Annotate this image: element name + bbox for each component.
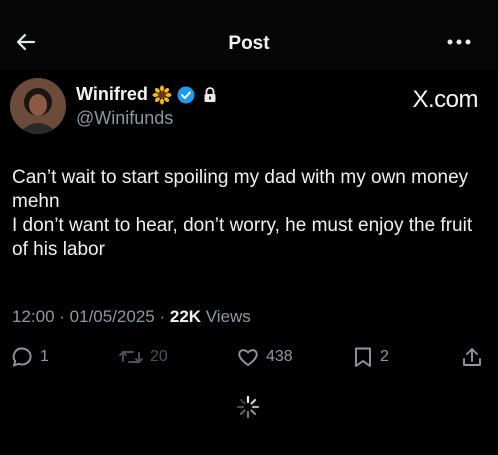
meta-separator: · xyxy=(54,307,70,326)
action-bar: 1 20 438 2 xyxy=(0,340,498,374)
avatar[interactable] xyxy=(10,78,66,134)
lock-icon xyxy=(204,86,216,102)
tweet-line: I don’t want to hear, don’t worry, he mu… xyxy=(12,215,473,260)
sunflower-icon xyxy=(152,85,172,104)
reply-count: 1 xyxy=(40,348,49,365)
tweet-meta: 12:00 · 01/05/2025 · 22K Views xyxy=(12,307,251,327)
like-count: 438 xyxy=(266,348,293,365)
tweet-text: Can’t wait to start spoiling my dad with… xyxy=(12,166,490,262)
profile-photo-icon xyxy=(10,78,66,134)
loading-spinner xyxy=(236,395,260,419)
more-dots-icon xyxy=(447,39,471,45)
verified-badge-icon xyxy=(177,86,195,103)
watermark-text: X.com xyxy=(412,86,478,113)
author-name: Winifred xyxy=(76,84,148,104)
tweet-line: Can’t wait to start spoiling my dad with… xyxy=(12,167,469,212)
views-count[interactable]: 22K xyxy=(170,307,201,326)
bookmark-count: 2 xyxy=(380,348,389,365)
post-screen: Post Winifred @Winifunds X.com Can’t wai… xyxy=(0,0,498,455)
top-bar: Post xyxy=(0,0,498,70)
reply-icon xyxy=(12,347,32,367)
author-name-row[interactable]: Winifred xyxy=(76,84,220,105)
bookmark-button[interactable]: 2 xyxy=(352,340,389,374)
page-title: Post xyxy=(228,33,270,54)
tweet-date[interactable]: 01/05/2025 xyxy=(70,307,155,326)
meta-separator: · xyxy=(154,307,170,326)
repost-count: 20 xyxy=(150,348,168,365)
repost-button[interactable]: 20 xyxy=(118,340,168,374)
more-options-button[interactable] xyxy=(446,34,476,54)
share-icon xyxy=(463,348,481,366)
author-handle[interactable]: @Winifunds xyxy=(76,108,173,129)
like-button[interactable]: 438 xyxy=(236,340,293,374)
views-label: Views xyxy=(201,307,251,326)
share-button[interactable] xyxy=(460,340,484,374)
spinner-icon xyxy=(236,395,260,419)
repost-icon xyxy=(119,351,143,363)
heart-icon xyxy=(238,349,258,366)
reply-button[interactable]: 1 xyxy=(10,340,49,374)
tweet-time[interactable]: 12:00 xyxy=(12,307,55,326)
bookmark-icon xyxy=(355,347,371,367)
